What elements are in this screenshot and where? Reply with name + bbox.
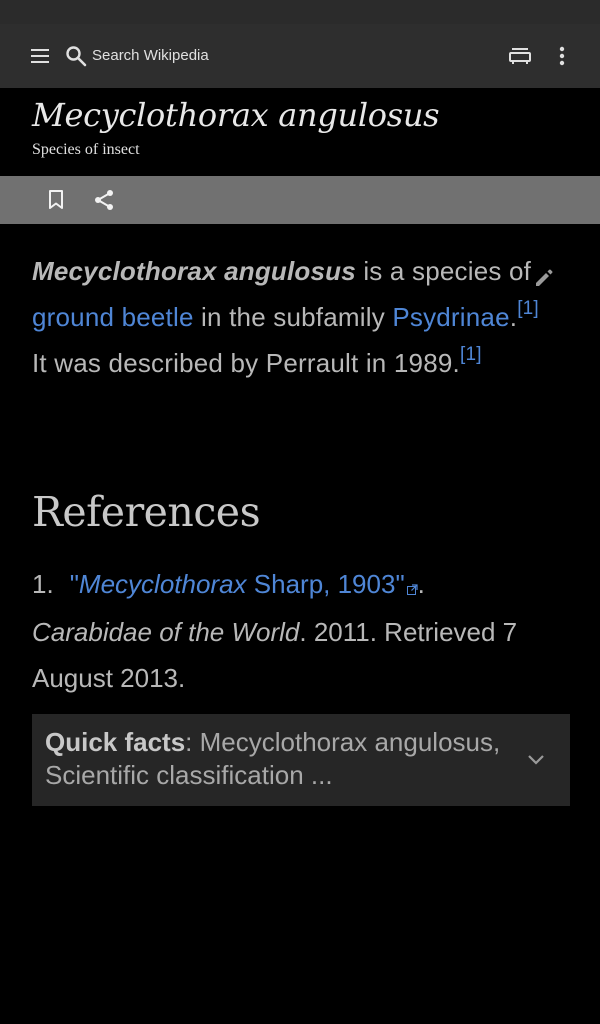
quick-facts-box[interactable]: Quick facts: Mecyclothorax angulosus, Sc… — [32, 714, 570, 806]
article-action-bar — [0, 176, 600, 224]
lead-text: It was described by Perrault in 1989. — [32, 348, 460, 378]
article-content: Mecyclothorax angulosus is a species of … — [32, 248, 552, 386]
top-toolbar: Search Wikipedia — [0, 24, 600, 88]
external-link-icon — [406, 563, 418, 609]
lead-text: is a species of — [355, 256, 532, 286]
more-vert-icon[interactable] — [546, 40, 578, 72]
bookmark-icon[interactable] — [44, 188, 68, 212]
chevron-down-icon[interactable] — [524, 748, 548, 772]
references-heading: References — [32, 488, 261, 536]
menu-icon[interactable] — [24, 40, 56, 72]
status-bar — [0, 0, 600, 24]
tabs-icon[interactable] — [504, 40, 536, 72]
reference-link-text: Sharp, 1903" — [246, 569, 405, 599]
article-header: Mecyclothorax angulosus Species of insec… — [0, 88, 600, 176]
page-subtitle: Species of insect — [32, 141, 140, 158]
reference-item: 1. "Mecyclothorax Sharp, 1903". Carabidae … — [32, 561, 552, 701]
share-icon[interactable] — [92, 188, 116, 212]
lead-paragraph: Mecyclothorax angulosus is a species of … — [32, 248, 552, 386]
citation-link[interactable]: [1] — [460, 344, 482, 365]
link-psydrinae[interactable]: Psydrinae — [392, 302, 509, 332]
reference-number: 1. — [32, 569, 54, 599]
quick-facts-text: Quick facts: Mecyclothorax angulosus, Sc… — [45, 726, 515, 792]
citation-link[interactable]: [1] — [517, 298, 539, 319]
search-input[interactable]: Search Wikipedia — [92, 24, 209, 88]
lead-text: in the subfamily — [193, 302, 393, 332]
reference-text: . — [417, 569, 425, 599]
page-title: Mecyclothorax angulosus — [32, 96, 440, 134]
reference-link-italic: Mecyclothorax — [78, 569, 247, 599]
lead-bold-name: Mecyclothorax angulosus — [32, 256, 356, 286]
reference-source: Carabidae of the World — [32, 617, 300, 648]
reference-link[interactable]: "Mecyclothorax Sharp, 1903" — [70, 569, 418, 599]
references-list: 1. "Mecyclothorax Sharp, 1903". Carabidae … — [32, 561, 552, 701]
reference-link-text: " — [69, 569, 79, 599]
search-icon[interactable] — [60, 40, 92, 72]
link-ground-beetle[interactable]: ground beetle — [32, 302, 194, 332]
quick-facts-label: Quick facts — [45, 727, 186, 757]
